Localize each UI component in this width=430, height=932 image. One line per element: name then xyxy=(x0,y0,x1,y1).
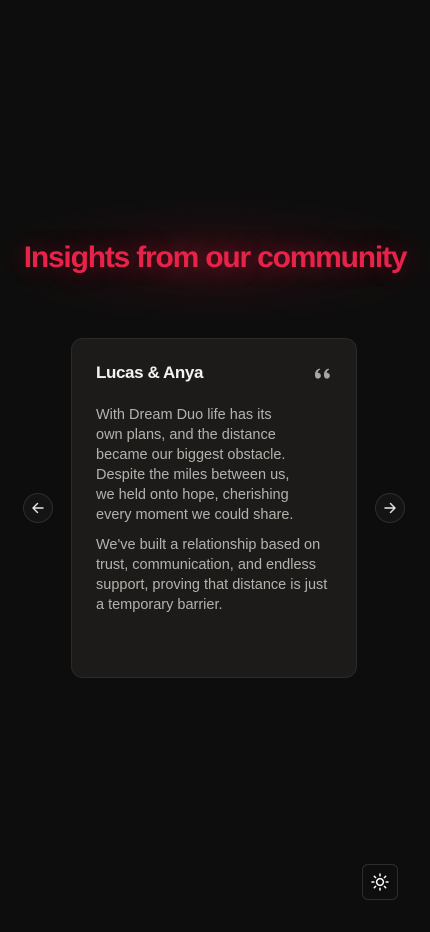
sun-icon xyxy=(371,873,389,891)
carousel-prev-button[interactable] xyxy=(23,493,53,523)
testimonial-paragraph: With Dream Duo life has its own plans, a… xyxy=(96,407,294,523)
testimonial-header: Lucas & Anya xyxy=(96,361,332,385)
arrow-left-icon xyxy=(32,502,44,514)
arrow-right-icon xyxy=(384,502,396,514)
theme-toggle-button[interactable] xyxy=(362,864,398,900)
carousel-next-button[interactable] xyxy=(375,493,405,523)
testimonial-author: Lucas & Anya xyxy=(96,363,203,382)
testimonial-card: Lucas & Anya With Dream Duo life has its… xyxy=(71,338,357,678)
testimonial-paragraph: We've built a relationship based on trus… xyxy=(96,537,328,613)
section-heading: Insights from our community xyxy=(23,241,408,274)
quote-icon xyxy=(315,368,330,379)
